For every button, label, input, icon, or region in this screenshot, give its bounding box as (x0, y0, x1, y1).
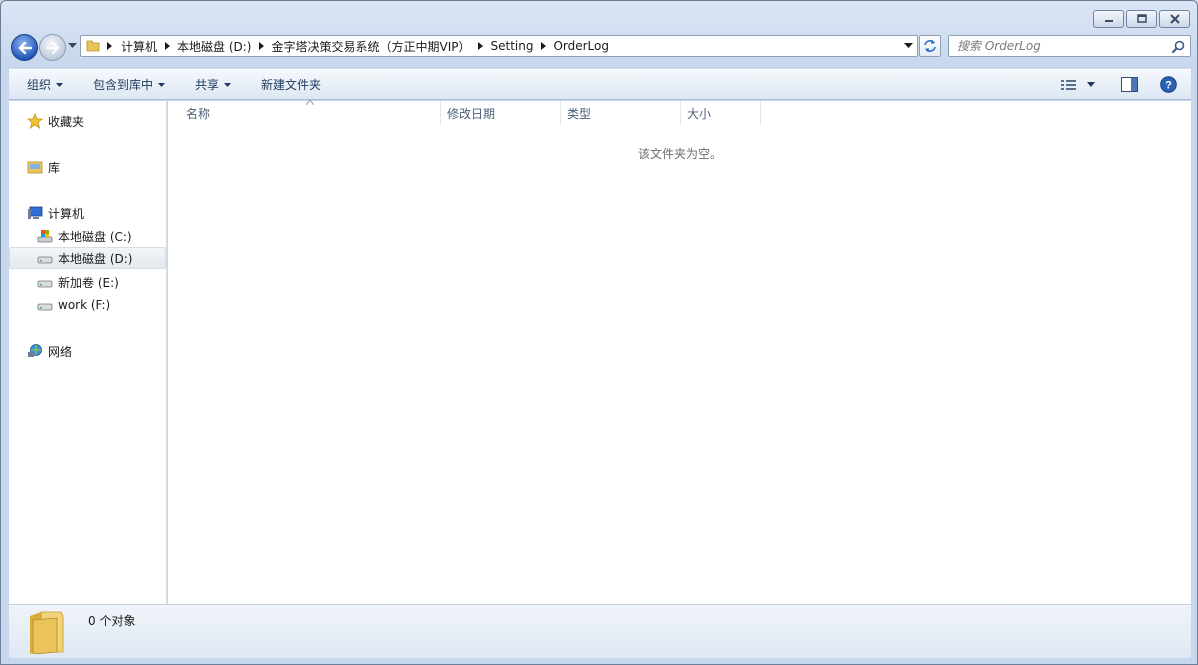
close-button[interactable] (1159, 10, 1190, 28)
star-icon (26, 112, 44, 130)
breadcrumb-arrow-icon[interactable] (259, 42, 265, 50)
nav-label: 计算机 (48, 206, 85, 221)
column-label: 名称 (186, 106, 211, 121)
breadcrumb-label: OrderLog (553, 39, 609, 53)
share-label: 共享 (195, 78, 220, 92)
library-icon (26, 158, 44, 176)
breadcrumb-trading-system[interactable]: 金字塔决策交易系统（方正中期VIP） (271, 38, 490, 55)
system-drive-icon (36, 227, 54, 245)
column-header-date-modified[interactable]: 修改日期 (441, 101, 560, 125)
breadcrumb-orderlog[interactable]: OrderLog (553, 39, 609, 53)
details-view-icon (1061, 79, 1076, 90)
caption-buttons (1093, 10, 1190, 28)
hard-drive-icon (36, 249, 54, 267)
minimize-icon (1104, 20, 1113, 22)
column-header-size[interactable]: 大小 (681, 101, 760, 125)
navigation-row: 计算机 本地磁盘 (D:) 金字塔决策交易系统（方正中期VIP） Setting… (9, 33, 1191, 61)
organize-menu[interactable]: 组织 (9, 70, 72, 99)
hard-drive-icon (36, 273, 54, 291)
refresh-button[interactable] (919, 35, 941, 57)
close-icon (1169, 14, 1180, 24)
breadcrumb-computer[interactable]: 计算机 (121, 38, 177, 55)
network-icon (26, 342, 44, 360)
chevron-down-icon (224, 82, 232, 87)
include-in-library-menu[interactable]: 包含到库中 (84, 70, 174, 99)
view-controls: ? (1061, 70, 1191, 99)
command-bar: 组织 包含到库中 共享 新建文件夹 ? (9, 69, 1191, 100)
restore-icon (1136, 14, 1147, 23)
empty-folder-message: 该文件夹为空。 (638, 147, 723, 161)
breadcrumb-label: Setting (490, 39, 534, 53)
breadcrumb-arrow-icon[interactable] (165, 42, 171, 50)
breadcrumb-arrow-icon[interactable] (541, 42, 547, 50)
search-icon[interactable] (1172, 40, 1185, 53)
recent-pages-arrow-icon[interactable] (68, 43, 77, 49)
address-bar[interactable]: 计算机 本地磁盘 (D:) 金字塔决策交易系统（方正中期VIP） Setting… (80, 35, 918, 57)
explorer-window: 计算机 本地磁盘 (D:) 金字塔决策交易系统（方正中期VIP） Setting… (0, 0, 1198, 665)
nav-item-drive-c[interactable]: 本地磁盘 (C:) (36, 225, 132, 247)
svg-text:?: ? (1165, 80, 1172, 92)
address-dropdown-icon[interactable] (904, 43, 913, 49)
chevron-down-icon (1087, 82, 1095, 87)
breadcrumb-label: 本地磁盘 (D:) (177, 39, 252, 54)
nav-label: 网络 (48, 344, 73, 359)
search-box[interactable] (948, 35, 1191, 57)
nav-item-favorites[interactable]: 收藏夹 (26, 110, 84, 132)
column-divider[interactable] (760, 101, 761, 125)
breadcrumb-arrow-icon[interactable] (107, 42, 113, 50)
restore-button[interactable] (1126, 10, 1157, 28)
nav-item-drive-f[interactable]: work (F:) (36, 294, 110, 316)
breadcrumb-setting[interactable]: Setting (490, 39, 553, 53)
nav-label: 新加卷 (E:) (58, 275, 119, 290)
nav-item-computer[interactable]: 计算机 (26, 202, 84, 224)
navigation-pane: 收藏夹 库 计算机 本地磁盘 (C:) 本地磁盘 (D:) 新加卷 (E:) w… (9, 101, 167, 604)
column-header-name[interactable]: 名称 (168, 101, 440, 125)
nav-label: 收藏夹 (48, 114, 85, 129)
folder-icon (30, 611, 64, 654)
chevron-down-icon (158, 82, 166, 87)
column-label: 修改日期 (447, 106, 496, 121)
forward-arrow-icon (45, 41, 60, 54)
column-label: 大小 (687, 106, 712, 121)
hard-drive-icon (36, 296, 54, 314)
new-folder-button[interactable]: 新建文件夹 (252, 70, 330, 99)
column-label: 类型 (567, 106, 592, 121)
column-header-type[interactable]: 类型 (561, 101, 680, 125)
include-in-library-label: 包含到库中 (93, 78, 154, 92)
nav-label: 本地磁盘 (C:) (58, 229, 132, 244)
change-view-button[interactable] (1061, 79, 1095, 91)
minimize-button[interactable] (1093, 10, 1124, 28)
new-folder-label: 新建文件夹 (261, 78, 322, 92)
forward-button[interactable] (39, 34, 66, 61)
nav-label: 本地磁盘 (D:) (58, 251, 133, 266)
file-list-pane: 名称 修改日期 类型 大小 该文件夹为空。 (168, 100, 1191, 604)
nav-item-drive-d[interactable]: 本地磁盘 (D:) (9, 247, 166, 269)
back-button[interactable] (11, 34, 38, 61)
preview-pane-icon[interactable] (1121, 77, 1138, 92)
breadcrumb-label: 金字塔决策交易系统（方正中期VIP） (271, 39, 471, 54)
breadcrumb-drive-d[interactable]: 本地磁盘 (D:) (177, 38, 271, 55)
breadcrumb-label: 计算机 (121, 39, 158, 54)
chevron-down-icon (56, 82, 64, 87)
item-count: 0 个对象 (88, 614, 136, 628)
organize-label: 组织 (27, 78, 52, 92)
refresh-icon (924, 40, 936, 52)
nav-item-network[interactable]: 网络 (26, 340, 72, 362)
nav-label: 库 (48, 160, 61, 175)
nav-label: work (F:) (58, 298, 111, 312)
folder-icon (86, 40, 100, 52)
help-icon[interactable]: ? (1160, 76, 1177, 93)
computer-icon (26, 204, 44, 222)
search-input[interactable] (957, 39, 1157, 53)
nav-item-drive-e[interactable]: 新加卷 (E:) (36, 271, 119, 293)
back-arrow-icon (17, 41, 32, 54)
share-menu[interactable]: 共享 (186, 70, 240, 99)
details-pane: 0 个对象 (9, 604, 1191, 658)
nav-item-libraries[interactable]: 库 (26, 156, 60, 178)
breadcrumb-arrow-icon[interactable] (478, 42, 484, 50)
